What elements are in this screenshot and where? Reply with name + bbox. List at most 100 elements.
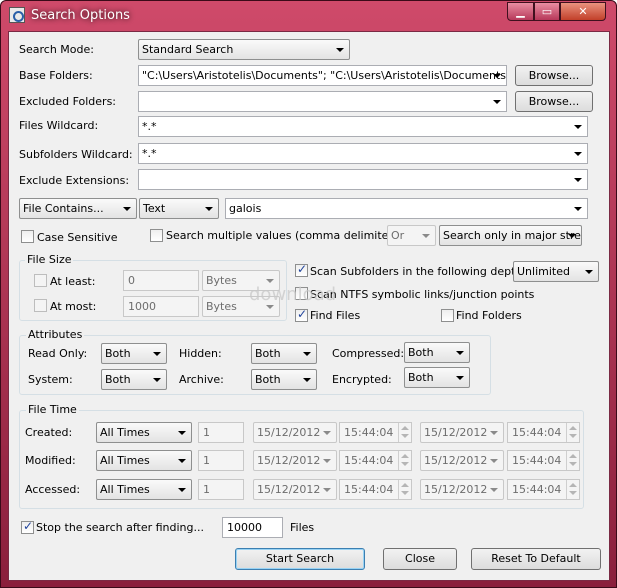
case-sensitive-label: Case Sensitive: [37, 231, 118, 244]
accessed-time-to[interactable]: 15:44:04: [507, 479, 580, 500]
contains-mode-dropdown[interactable]: File Contains...: [19, 198, 137, 219]
stop-count-input[interactable]: 10000: [222, 517, 283, 538]
at-most-label: At most:: [50, 300, 97, 313]
created-time-from-text: 15:44:04: [344, 426, 394, 439]
accessed-time-to-text: 15:44:04: [512, 483, 562, 496]
created-count-input[interactable]: 1: [198, 422, 244, 443]
search-mode-label: Search Mode:: [19, 43, 94, 56]
logic-dropdown[interactable]: Or: [387, 225, 436, 246]
file-size-title: File Size: [25, 253, 74, 266]
at-least-unit-dropdown[interactable]: Bytes: [202, 270, 280, 291]
find-folders-label: Find Folders: [456, 309, 522, 322]
attributes-title: Attributes: [26, 328, 85, 341]
close-button[interactable]: Close: [383, 548, 457, 570]
scan-ntfs-label: Scan NTFS symbolic links/junction points: [310, 288, 535, 301]
accessed-label: Accessed:: [25, 483, 81, 496]
app-icon: [9, 7, 25, 23]
modified-date-from[interactable]: 15/12/2012: [253, 450, 337, 471]
find-files-checkbox[interactable]: [295, 307, 308, 322]
at-most-input[interactable]: 1000: [123, 296, 199, 317]
compressed-dropdown[interactable]: Both: [404, 342, 470, 363]
at-least-input[interactable]: 0: [123, 270, 199, 291]
browse-excluded-folders-button[interactable]: Browse...: [515, 91, 593, 112]
find-files-label: Find Files: [310, 309, 361, 322]
created-time-to-text: 15:44:04: [512, 426, 562, 439]
created-label: Created:: [25, 426, 73, 439]
accessed-time-from[interactable]: 15:44:04: [339, 479, 412, 500]
multiple-values-checkbox[interactable]: [150, 229, 163, 242]
system-dropdown[interactable]: Both: [101, 369, 167, 390]
modified-time-from-text: 15:44:04: [344, 454, 394, 467]
created-time-to[interactable]: 15:44:04: [507, 422, 580, 443]
exclude-extensions-input[interactable]: [138, 169, 588, 190]
at-most-unit-dropdown[interactable]: Bytes: [202, 296, 280, 317]
find-folders-checkbox[interactable]: [441, 309, 454, 322]
at-least-label: At least:: [50, 275, 96, 288]
reset-default-button[interactable]: Reset To Default: [471, 548, 601, 570]
created-time-to-spinner[interactable]: [566, 423, 578, 442]
modified-mode-dropdown[interactable]: All Times: [96, 450, 192, 471]
scan-subfolders-label: Scan Subfolders in the following depth:: [310, 265, 527, 278]
archive-label: Archive:: [179, 373, 224, 386]
subfolders-wildcard-label: Subfolders Wildcard:: [19, 148, 133, 161]
at-least-checkbox[interactable]: [34, 274, 47, 287]
hidden-dropdown[interactable]: Both: [251, 343, 317, 364]
scan-ntfs-checkbox[interactable]: [295, 287, 308, 300]
window: Search Options ▁ ▭ ✕ Search Mode: Standa…: [0, 0, 617, 588]
modified-label: Modified:: [25, 454, 76, 467]
modified-time-to-spinner[interactable]: [566, 451, 578, 470]
excluded-folders-input[interactable]: [138, 91, 507, 112]
stop-unit-label: Files: [290, 521, 315, 534]
modified-time-from[interactable]: 15:44:04: [339, 450, 412, 471]
at-most-checkbox[interactable]: [34, 299, 47, 312]
search-scope-dropdown[interactable]: Search only in major strea: [439, 225, 582, 246]
accessed-time-to-spinner[interactable]: [566, 480, 578, 499]
base-folders-input[interactable]: "C:\Users\Aristotelis\Documents"; "C:\Us…: [138, 65, 507, 86]
base-folders-label: Base Folders:: [19, 69, 93, 82]
encrypted-label: Encrypted:: [332, 373, 392, 386]
created-time-from[interactable]: 15:44:04: [339, 422, 412, 443]
modified-date-to[interactable]: 15/12/2012: [420, 450, 504, 471]
accessed-count-input[interactable]: 1: [198, 479, 244, 500]
archive-dropdown[interactable]: Both: [251, 369, 317, 390]
encrypted-dropdown[interactable]: Both: [404, 367, 470, 388]
file-time-title: File Time: [26, 403, 79, 416]
stop-search-label: Stop the search after finding...: [36, 521, 204, 534]
start-search-button[interactable]: Start Search: [235, 548, 365, 570]
excluded-folders-label: Excluded Folders:: [19, 95, 117, 108]
multiple-values-label: Search multiple values (comma delimited): [166, 229, 400, 242]
case-sensitive-checkbox[interactable]: [21, 230, 34, 243]
modified-time-to-text: 15:44:04: [512, 454, 562, 467]
accessed-date-from[interactable]: 15/12/2012: [253, 479, 337, 500]
modified-time-to[interactable]: 15:44:04: [507, 450, 580, 471]
accessed-time-from-spinner[interactable]: [398, 480, 410, 499]
title-bar[interactable]: Search Options ▁ ▭ ✕: [1, 1, 616, 31]
search-mode-dropdown[interactable]: Standard Search: [138, 39, 350, 60]
read-only-dropdown[interactable]: Both: [101, 343, 167, 364]
hidden-label: Hidden:: [179, 347, 222, 360]
minimize-button[interactable]: ▁: [507, 2, 534, 21]
exclude-extensions-label: Exclude Extensions:: [19, 174, 130, 187]
system-label: System:: [28, 373, 73, 386]
accessed-mode-dropdown[interactable]: All Times: [96, 479, 192, 500]
created-time-from-spinner[interactable]: [398, 423, 410, 442]
depth-dropdown[interactable]: Unlimited: [513, 261, 599, 282]
modified-count-input[interactable]: 1: [198, 450, 244, 471]
contains-value-input[interactable]: galois: [225, 198, 588, 219]
files-wildcard-input[interactable]: *.*: [138, 116, 588, 137]
stop-search-checkbox[interactable]: [21, 519, 34, 534]
accessed-time-from-text: 15:44:04: [344, 483, 394, 496]
window-title: Search Options: [31, 8, 130, 23]
close-window-button[interactable]: ✕: [560, 2, 606, 21]
accessed-date-to[interactable]: 15/12/2012: [420, 479, 504, 500]
dialog-body: Search Mode: Standard Search Base Folder…: [8, 31, 610, 581]
created-date-from[interactable]: 15/12/2012: [253, 422, 337, 443]
created-mode-dropdown[interactable]: All Times: [96, 422, 192, 443]
maximize-button[interactable]: ▭: [534, 2, 560, 21]
modified-time-from-spinner[interactable]: [398, 451, 410, 470]
contains-type-dropdown[interactable]: Text: [139, 198, 219, 219]
subfolders-wildcard-input[interactable]: *.*: [138, 143, 588, 164]
browse-base-folders-button[interactable]: Browse...: [515, 65, 593, 86]
scan-subfolders-checkbox[interactable]: [295, 262, 308, 277]
created-date-to[interactable]: 15/12/2012: [420, 422, 504, 443]
